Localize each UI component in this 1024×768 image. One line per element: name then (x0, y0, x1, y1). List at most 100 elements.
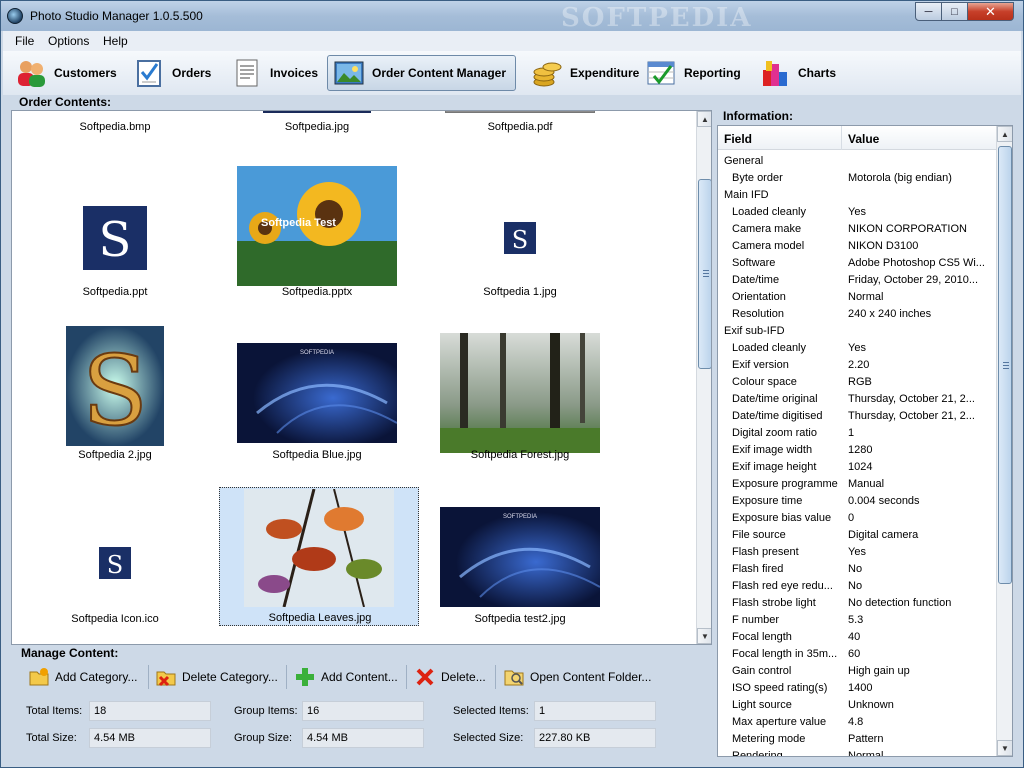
add-category-button[interactable]: Add Category... (29, 664, 138, 690)
info-row[interactable]: ISO speed rating(s) 1400 (718, 680, 996, 697)
thumbnail-item[interactable]: S Softpedia Icon.ico (15, 483, 215, 641)
menu-file[interactable]: File (15, 34, 34, 48)
toolbar-expenditure[interactable]: Expenditure (525, 55, 639, 91)
thumbnail-image: S (66, 326, 164, 449)
folder-delete-icon (156, 667, 176, 687)
order-contents-grid[interactable]: Softpedia.bmp Softpedia.jpg Softpedia.pdf S… (11, 110, 712, 645)
thumbnail-item[interactable]: Softpedia Forest.jpg (420, 319, 620, 477)
toolbar-charts[interactable]: Charts (753, 55, 841, 91)
info-row[interactable]: Exposure programme Manual (718, 476, 996, 493)
info-row[interactable]: Exif image height 1024 (718, 459, 996, 476)
toolbar-label: Invoices (270, 66, 319, 80)
info-group-row[interactable]: Exif sub-IFD (718, 323, 996, 340)
info-scroll-thumb[interactable] (998, 146, 1012, 584)
minimize-button[interactable]: ─ (915, 2, 942, 21)
thumbnail-image: S (504, 222, 536, 257)
toolbar-reporting[interactable]: Reporting (639, 55, 747, 91)
thumbnail-item[interactable]: SOFTPEDIA Softpedia Blue.jpg (217, 319, 417, 477)
toolbar-label: Customers (54, 66, 117, 80)
title-bar[interactable]: SOFTPEDIA Photo Studio Manager 1.0.5.500… (1, 1, 1023, 31)
info-row[interactable]: Camera make NIKON CORPORATION (718, 221, 996, 238)
info-group-row[interactable]: General (718, 153, 996, 170)
delete-category-button[interactable]: Delete Category... (156, 664, 278, 690)
info-field: Digital zoom ratio (732, 427, 817, 439)
info-row[interactable]: Exif image width 1280 (718, 442, 996, 459)
info-row[interactable]: Camera model NIKON D3100 (718, 238, 996, 255)
thumbnail-item[interactable]: S Softpedia 2.jpg (15, 319, 215, 477)
open-content-folder-button[interactable]: Open Content Folder... (504, 664, 651, 690)
info-row[interactable]: Byte order Motorola (big endian) (718, 170, 996, 187)
column-header-field[interactable]: Field (724, 132, 752, 146)
scroll-down-button[interactable]: ▼ (697, 628, 711, 644)
info-value: Friday, October 29, 2010... (848, 274, 979, 286)
toolbar-orders[interactable]: Orders (127, 55, 215, 91)
info-row[interactable]: Flash present Yes (718, 544, 996, 561)
info-row[interactable]: Metering mode Pattern (718, 731, 996, 748)
scroll-down-button[interactable]: ▼ (997, 740, 1012, 756)
toolbar-label: Charts (798, 66, 837, 80)
thumbnail-item[interactable]: SOFTPEDIA Softpedia test2.jpg (420, 483, 620, 641)
info-field: Byte order (732, 172, 783, 184)
toolbar-invoices[interactable]: Invoices (225, 55, 321, 91)
info-row[interactable]: Colour space RGB (718, 374, 996, 391)
info-row[interactable]: Date/time digitised Thursday, October 21,… (718, 408, 996, 425)
maximize-button[interactable]: □ (941, 2, 968, 21)
thumbnail-item[interactable]: Softpedia.bmp (15, 111, 215, 143)
scroll-up-button[interactable]: ▲ (697, 111, 711, 127)
close-button[interactable]: ✕ (967, 2, 1014, 21)
grid-scrollbar[interactable]: ▲ ▼ (696, 111, 711, 644)
orders-icon (134, 58, 164, 88)
delete-button[interactable]: Delete... (415, 664, 486, 690)
charts-icon (760, 58, 790, 88)
info-row[interactable]: Flash red eye redu... No (718, 578, 996, 595)
group-size-value: 4.54 MB (302, 728, 424, 748)
info-row[interactable]: Gain control High gain up (718, 663, 996, 680)
information-label: Information: (723, 109, 793, 123)
s-logo-icon: S (99, 547, 131, 579)
info-row[interactable]: Light source Unknown (718, 697, 996, 714)
info-field: Focal length in 35m... (732, 648, 838, 660)
info-row[interactable]: Date/time original Thursday, October 21, … (718, 391, 996, 408)
info-row[interactable]: Orientation Normal (718, 289, 996, 306)
info-row[interactable]: Software Adobe Photoshop CS5 Wi... (718, 255, 996, 272)
info-row[interactable]: Flash fired No (718, 561, 996, 578)
info-row[interactable]: Digital zoom ratio 1 (718, 425, 996, 442)
info-row[interactable]: Date/time Friday, October 29, 2010... (718, 272, 996, 289)
thumbnail-item[interactable]: Softpedia Test Softpedia.pptx (217, 156, 417, 314)
info-field: Loaded cleanly (732, 206, 807, 218)
thumbnail-item[interactable]: Softpedia.jpg (217, 111, 417, 143)
menu-options[interactable]: Options (48, 34, 89, 48)
info-row[interactable]: Rendering Normal (718, 748, 996, 756)
info-row[interactable]: Max aperture value 4.8 (718, 714, 996, 731)
info-row[interactable]: Exposure time 0.004 seconds (718, 493, 996, 510)
add-content-button[interactable]: Add Content... (295, 664, 398, 690)
group-size-label: Group Size: (234, 732, 293, 744)
toolbar-customers[interactable]: Customers (9, 55, 121, 91)
menu-help[interactable]: Help (103, 34, 128, 48)
toolbar-label: Orders (172, 66, 212, 80)
info-row[interactable]: Loaded cleanly Yes (718, 340, 996, 357)
info-field: Max aperture value (732, 716, 827, 728)
info-row[interactable]: Focal length 40 (718, 629, 996, 646)
app-icon[interactable] (7, 8, 23, 24)
info-row[interactable]: F number 5.3 (718, 612, 996, 629)
thumbnail-item[interactable]: S Softpedia.ppt (15, 156, 215, 314)
info-row[interactable]: File source Digital camera (718, 527, 996, 544)
info-value: 240 x 240 inches (848, 308, 932, 320)
thumbnail-image (244, 488, 394, 610)
info-row[interactable]: Exposure bias value 0 (718, 510, 996, 527)
info-row[interactable]: Exif version 2.20 (718, 357, 996, 374)
thumbnail-item[interactable]: S Softpedia 1.jpg (420, 156, 620, 314)
info-group-row[interactable]: Main IFD (718, 187, 996, 204)
info-row[interactable]: Loaded cleanly Yes (718, 204, 996, 221)
thumbnail-item[interactable]: Softpedia.pdf (420, 111, 620, 143)
scroll-up-button[interactable]: ▲ (997, 126, 1012, 142)
thumbnail-item[interactable]: Softpedia Leaves.jpg (219, 487, 419, 626)
info-row[interactable]: Focal length in 35m... 60 (718, 646, 996, 663)
column-header-value[interactable]: Value (848, 132, 879, 146)
info-row[interactable]: Resolution 240 x 240 inches (718, 306, 996, 323)
grid-scroll-thumb[interactable] (698, 179, 711, 369)
toolbar-order-content-manager[interactable]: Order Content Manager (327, 55, 516, 91)
info-scrollbar[interactable]: ▲ ▼ (996, 126, 1012, 756)
info-row[interactable]: Flash strobe light No detection function (718, 595, 996, 612)
